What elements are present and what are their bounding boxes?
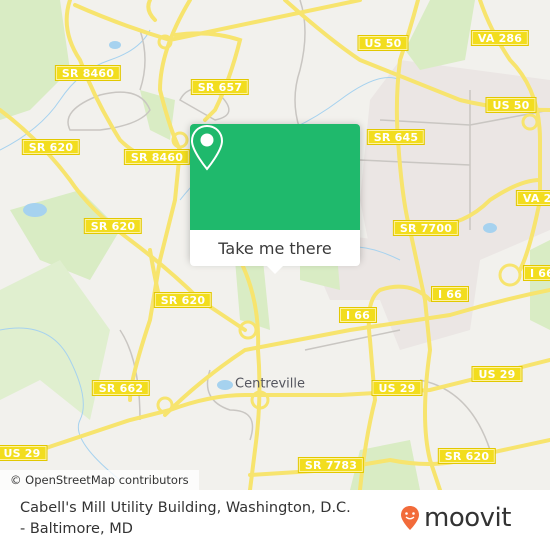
park-area xyxy=(10,190,120,280)
water-body xyxy=(23,203,47,217)
road-label-sr-645: SR 645 xyxy=(366,129,426,145)
road-label-us-29: US 29 xyxy=(471,366,523,382)
road-sr-657 xyxy=(173,31,243,122)
road-label-va-286: VA 286 xyxy=(470,30,530,46)
road-sr-8460 xyxy=(64,0,167,162)
map[interactable]: SR 8460 SR 657 SR 620 SR 8460 SR 620 SR … xyxy=(0,0,550,490)
map-attribution[interactable]: © OpenStreetMap contributors xyxy=(0,470,199,490)
road-label-sr-8460: SR 8460 xyxy=(123,149,191,165)
park-area xyxy=(530,240,550,330)
popup-pointer xyxy=(266,265,284,274)
road-label-i-66: I 66 xyxy=(430,286,470,302)
road-major xyxy=(128,0,192,402)
take-me-there-button[interactable]: Take me there xyxy=(190,230,360,266)
road-label-sr-8460: SR 8460 xyxy=(54,65,122,81)
moovit-pin-icon xyxy=(401,506,419,530)
road xyxy=(146,0,157,22)
park-area xyxy=(0,0,70,120)
water-body xyxy=(483,223,497,233)
location-pin-icon xyxy=(190,124,224,171)
road-label-i-66: I 66 xyxy=(338,307,378,323)
road-label-sr-7700: SR 7700 xyxy=(392,220,460,236)
road-label-sr-620: SR 620 xyxy=(21,139,81,155)
road-label-us-50: US 50 xyxy=(485,97,537,113)
location-title: Cabell's Mill Utility Building, Washingt… xyxy=(20,500,351,537)
road-label-sr-7783: SR 7783 xyxy=(297,457,365,473)
interchange xyxy=(498,263,522,287)
road-label-sr-620: SR 620 xyxy=(437,448,497,464)
minor-road xyxy=(304,329,401,351)
popup-header xyxy=(190,124,360,230)
water-body xyxy=(109,41,121,49)
road-label-va-286: VA 286 xyxy=(515,190,550,206)
road-label-us-50: US 50 xyxy=(357,35,409,51)
minor-road xyxy=(294,0,306,131)
road-label-sr-662: SR 662 xyxy=(91,380,151,396)
place-label-centreville: Centreville xyxy=(235,376,305,392)
moovit-logo[interactable]: moovit xyxy=(400,500,511,536)
minor-road xyxy=(119,329,141,421)
road-label-us-29: US 29 xyxy=(0,445,48,461)
road-label-i-66: I 66 xyxy=(522,265,550,281)
water-body xyxy=(217,380,233,390)
road-label-sr-620: SR 620 xyxy=(153,292,213,308)
road-label-us-29: US 29 xyxy=(371,380,423,396)
footer: Cabell's Mill Utility Building, Washingt… xyxy=(0,490,550,550)
moovit-wordmark: moovit xyxy=(424,503,511,533)
road-label-sr-620: SR 620 xyxy=(83,218,143,234)
road-label-sr-657: SR 657 xyxy=(190,79,250,95)
destination-popup: Take me there xyxy=(190,124,360,274)
